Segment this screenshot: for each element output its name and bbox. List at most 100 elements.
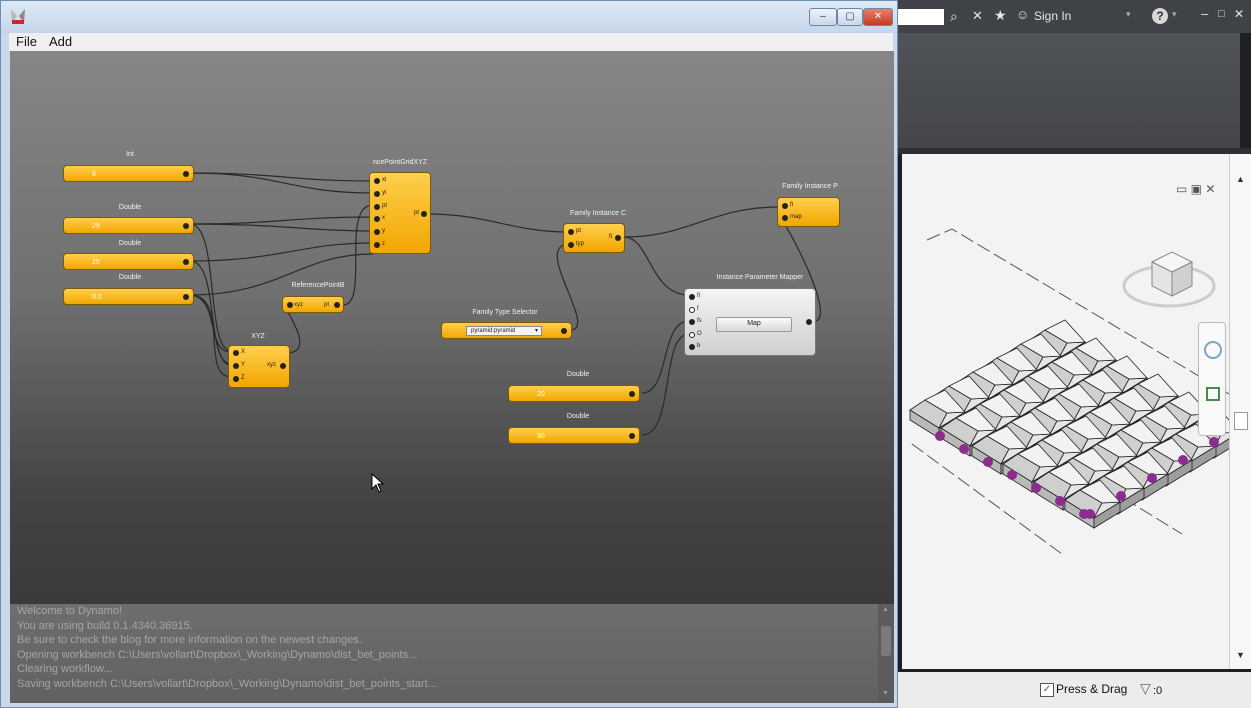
maximize-button[interactable]: ▢ — [837, 8, 863, 26]
double-1-value[interactable]: 25 — [92, 223, 100, 230]
grid-port-pt[interactable] — [374, 204, 380, 210]
family-type-selector-node[interactable]: pyramid:pyramid ▾ — [441, 322, 572, 339]
double-1-node[interactable]: 25 — [63, 217, 194, 234]
mapper-port-o[interactable] — [689, 332, 695, 338]
grid-port-xi[interactable] — [374, 178, 380, 184]
int-output-port[interactable] — [183, 171, 189, 177]
favorites-star-icon[interactable]: ★ — [994, 7, 1007, 24]
family-type-selected: pyramid:pyramid — [471, 328, 516, 334]
mapper-port-b[interactable] — [689, 344, 695, 350]
console-line: Clearing workflow... — [17, 663, 113, 675]
help-button[interactable]: ? — [1152, 8, 1168, 24]
minimize-button[interactable]: – — [809, 8, 837, 26]
double-5-output-port[interactable] — [629, 433, 635, 439]
family-instance-parameter-node[interactable]: fi map — [777, 197, 840, 227]
mapper-label-b: b — [697, 343, 701, 349]
revit-search-box[interactable] — [898, 9, 944, 25]
viewcube-icon[interactable] — [1120, 234, 1218, 314]
grid-port-y[interactable] — [374, 229, 380, 235]
node-canvas[interactable]: Int 6 Double 25 Double 20 Double 0.0 nce… — [10, 51, 894, 604]
grid-port-z[interactable] — [374, 242, 380, 248]
double-3-value[interactable]: 0.0 — [92, 294, 102, 301]
revit-3d-view[interactable]: ▭ ▣ ✕ — [902, 154, 1229, 669]
double-5-value[interactable]: 30 — [537, 433, 545, 440]
int-value[interactable]: 6 — [92, 171, 96, 178]
fip-port-map[interactable] — [782, 215, 788, 221]
mapper-port-fi[interactable] — [689, 294, 695, 300]
double-2-output-port[interactable] — [183, 259, 189, 265]
console-scroll-thumb[interactable] — [881, 626, 891, 656]
scroll-up-icon[interactable]: ▲ — [1236, 174, 1245, 184]
fic-port-pt[interactable] — [568, 229, 574, 235]
zoom-region-icon[interactable] — [1206, 387, 1220, 401]
mapper-port-fs[interactable] — [689, 319, 695, 325]
grid-output-port[interactable] — [421, 211, 427, 217]
revit-scroll-thumb[interactable] — [1234, 412, 1248, 430]
double-2-node[interactable]: 20 — [63, 253, 194, 270]
double-4-node[interactable]: 20 — [508, 385, 640, 402]
xyz-port-x[interactable] — [233, 350, 239, 356]
double-3-output-port[interactable] — [183, 294, 189, 300]
menu-add[interactable]: Add — [49, 34, 72, 49]
double-5-title: Double — [566, 413, 590, 420]
double-4-value[interactable]: 20 — [537, 391, 545, 398]
binoculars-icon[interactable]: ⌕ — [950, 8, 958, 25]
menu-file[interactable]: File — [16, 34, 37, 49]
double-5-node[interactable]: 30 — [508, 427, 640, 444]
sign-in-link[interactable]: Sign In — [1034, 9, 1071, 23]
double-3-title: Double — [118, 274, 142, 281]
int-node[interactable]: 6 — [63, 165, 194, 182]
help-dropdown-icon[interactable]: ▾ — [1172, 9, 1177, 20]
subscription-icon[interactable]: ✕ — [972, 8, 983, 24]
steering-wheel-icon[interactable] — [1204, 341, 1222, 359]
revit-vertical-scrollbar[interactable]: ▲ ▼ — [1229, 154, 1251, 669]
grid-port-x[interactable] — [374, 216, 380, 222]
fic-output-port[interactable] — [615, 235, 621, 241]
revit-minimize-icon[interactable]: – — [1201, 6, 1208, 21]
family-type-dropdown[interactable]: pyramid:pyramid ▾ — [466, 326, 542, 336]
revit-restore-icon[interactable]: □ — [1218, 8, 1225, 20]
sign-in-dropdown-icon[interactable]: ▾ — [1126, 9, 1131, 20]
filter-icon[interactable]: ▽ — [1140, 680, 1151, 697]
reference-point-dot — [959, 444, 969, 454]
xyz-port-y[interactable] — [233, 363, 239, 369]
grid-label-y: y — [382, 228, 385, 234]
mapper-port-f[interactable] — [689, 307, 695, 313]
grid-port-yi[interactable] — [374, 191, 380, 197]
mouse-cursor-icon — [371, 473, 385, 493]
refpoint-input-port[interactable] — [287, 302, 293, 308]
fts-output-port[interactable] — [561, 328, 567, 334]
double-3-node[interactable]: 0.0 — [63, 288, 194, 305]
mapper-output-port[interactable] — [806, 319, 812, 325]
fip-port-fi[interactable] — [782, 203, 788, 209]
reference-point-dot — [935, 431, 945, 441]
title-bar: – ▢ ✕ — [1, 1, 897, 33]
xyz-output-port[interactable] — [280, 363, 286, 369]
scroll-down-icon[interactable]: ▼ — [1236, 650, 1245, 660]
instance-parameter-mapper-node[interactable]: fi f fs O b Map — [684, 288, 816, 356]
double-1-output-port[interactable] — [183, 223, 189, 229]
point-grid-node[interactable]: xi yi pt x y z pt — [369, 172, 431, 254]
revit-status-bar: ✓ Press & Drag ▽ :0 — [898, 672, 1251, 708]
close-button[interactable]: ✕ — [863, 8, 893, 26]
double-1-title: Double — [118, 204, 142, 211]
view-window-controls[interactable]: ▭ ▣ ✕ — [1176, 182, 1215, 196]
mapper-label-o: O — [697, 331, 702, 337]
fic-port-typ[interactable] — [568, 242, 574, 248]
console-line: Be sure to check the blog for more infor… — [17, 634, 362, 646]
map-button[interactable]: Map — [716, 317, 792, 332]
double-2-value[interactable]: 20 — [92, 259, 100, 266]
scroll-down-arrow-icon[interactable]: ▼ — [882, 690, 889, 697]
reference-point-node[interactable]: xyz pt — [282, 296, 344, 313]
revit-close-icon[interactable]: ✕ — [1234, 7, 1244, 21]
xyz-port-z[interactable] — [233, 376, 239, 382]
refpoint-output-port[interactable] — [334, 302, 340, 308]
user-icon[interactable]: ☺ — [1016, 7, 1029, 22]
double-4-output-port[interactable] — [629, 391, 635, 397]
grid-label-x: x — [382, 215, 385, 221]
family-instance-creator-node[interactable]: pt typ fi — [563, 223, 625, 253]
xyz-node[interactable]: X Y Z xyz — [228, 345, 290, 388]
press-drag-checkbox[interactable]: ✓ — [1040, 683, 1054, 697]
scroll-up-arrow-icon[interactable]: ▲ — [882, 606, 889, 613]
console-scrollbar[interactable]: ▲ ▼ — [878, 604, 894, 703]
